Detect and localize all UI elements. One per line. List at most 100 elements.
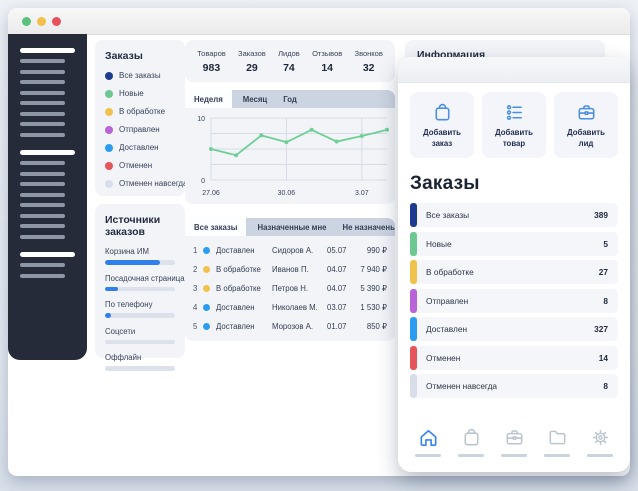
sidebar-section-skeleton[interactable] [20,48,75,53]
bag-icon [460,426,483,449]
progress-bar [105,287,175,292]
sidebar-nav-item-skeleton[interactable] [20,182,65,186]
briefcase-icon [503,426,526,449]
mobile-status-list: Все заказы 389 Новые 5 В обработке 27 От… [398,203,630,398]
legend-item-processing[interactable]: В обработке [105,107,175,116]
table-row[interactable]: 4 Доставлен Николаев М. 03.07 1 530 ₽ [193,298,387,317]
status-row-canceled-forever[interactable]: Отменен навсегда 8 [410,374,618,398]
briefcase-icon [575,101,598,124]
sidebar-nav-item-skeleton[interactable] [20,70,65,74]
tab-year[interactable]: Год [283,95,297,104]
sidebar-nav-item-skeleton[interactable] [20,193,65,197]
status-count: 389 [594,210,608,220]
progress-fill [105,260,160,265]
status-dot [105,180,113,188]
traffic-light-red[interactable] [52,17,61,26]
status-row-processing[interactable]: В обработке 27 [410,260,618,284]
legend-item-all-orders[interactable]: Все заказы [105,71,175,80]
orders-legend-title: Заказы [105,50,175,62]
legend-item-delivered[interactable]: Доставлен [105,143,175,152]
home-icon [417,426,440,449]
status-row-delivered[interactable]: Доставлен 327 [410,317,618,341]
mobile-panel: Добавитьзаказ Добавитьтовар Добавитьлид … [398,57,630,472]
window-titlebar [8,8,630,35]
legend-item-new[interactable]: Новые [105,89,175,98]
nav-files[interactable] [544,426,570,457]
sidebar-nav-item-skeleton[interactable] [20,122,65,126]
status-count: 8 [603,296,608,306]
folder-icon [546,426,569,449]
kpi-stats-card: Товаров 983 Заказов 29 Лидов 74 Отзывов … [185,40,395,82]
tab-assigned-to-me[interactable]: Назначенные мне [257,223,326,232]
status-row-all-orders[interactable]: Все заказы 389 [410,203,618,227]
sidebar-nav-item-skeleton[interactable] [20,224,65,228]
status-row-canceled[interactable]: Отменен 14 [410,346,618,370]
bag-icon [431,101,454,124]
add-order-button[interactable]: Добавитьзаказ [410,92,474,158]
progress-bar [105,366,175,371]
progress-bar [105,260,175,265]
sidebar-nav-item-skeleton[interactable] [20,59,65,63]
status-row-sent[interactable]: Отправлен 8 [410,289,618,313]
order-sources-title: Источники заказов [105,214,175,238]
status-color-bar [410,232,417,256]
legend-item-canceled[interactable]: Отменен [105,161,175,170]
sidebar-nav-item-skeleton[interactable] [20,274,65,278]
mobile-orders-title: Заказы [410,173,618,195]
sidebar-nav-item-skeleton[interactable] [20,101,65,105]
traffic-light-green[interactable] [22,17,31,26]
progress-fill [105,287,118,292]
sidebar-nav-item-skeleton[interactable] [20,235,65,239]
tab-week[interactable]: Неделя [185,90,232,108]
nav-orders[interactable] [458,426,484,457]
sidebar-nav-item-skeleton[interactable] [20,133,65,137]
add-product-button[interactable]: Добавитьтовар [482,92,546,158]
mobile-panel-header [398,57,630,83]
stat-calls: Звонков 32 [355,49,383,74]
sidebar-nav-item-skeleton[interactable] [20,263,65,267]
status-color-bar [410,374,417,398]
status-dot [105,126,113,134]
status-dot [105,144,113,152]
status-count: 8 [603,381,608,391]
table-row[interactable]: 1 Доставлен Сидоров А. 05.07 990 ₽ [193,241,387,260]
add-lead-button[interactable]: Добавитьлид [554,92,618,158]
status-dot [203,323,210,330]
progress-fill [105,313,111,318]
source-phone: По телефону [105,300,175,318]
status-dot [203,247,210,254]
status-color-bar [410,289,417,313]
tab-all-orders[interactable]: Все заказы [185,218,246,236]
status-color-bar [410,203,417,227]
status-row-new[interactable]: Новые 5 [410,232,618,256]
svg-text:30.06: 30.06 [278,190,296,197]
tab-unassigned[interactable]: Не назначены [343,223,396,232]
table-row[interactable]: 3 В обработке Петров Н. 04.07 5 390 ₽ [193,279,387,298]
sidebar-section-skeleton[interactable] [20,150,75,155]
sidebar-nav-item-skeleton[interactable] [20,91,65,95]
traffic-light-yellow[interactable] [37,17,46,26]
table-row[interactable]: 5 Доставлен Морозов А. 01.07 850 ₽ [193,317,387,336]
list-icon [503,101,526,124]
legend-item-sent[interactable]: Отправлен [105,125,175,134]
nav-underline [587,454,613,457]
status-color-bar [410,317,417,341]
source-cart: Корзина ИМ [105,247,175,265]
sidebar-nav-item-skeleton[interactable] [20,80,65,84]
status-dot [203,304,210,311]
nav-home[interactable] [415,426,441,457]
sidebar-nav-item-skeleton[interactable] [20,172,65,176]
legend-item-canceled-forever[interactable]: Отменен навсегда [105,179,175,188]
nav-settings[interactable] [587,426,613,457]
sidebar-nav-item-skeleton[interactable] [20,112,65,116]
sidebar-nav-item-skeleton[interactable] [20,161,65,165]
status-dot [105,72,113,80]
nav-leads[interactable] [501,426,527,457]
sidebar-section-skeleton[interactable] [20,252,75,257]
tab-month[interactable]: Месяц [243,95,267,104]
sidebar-nav-item-skeleton[interactable] [20,203,65,207]
sidebar-nav-item-skeleton[interactable] [20,214,65,218]
orders-table-tabs: Все заказы Назначенные мне Не назначены [185,218,395,236]
table-row[interactable]: 2 В обработке Иванов П. 04.07 7 940 ₽ [193,260,387,279]
status-count: 5 [603,239,608,249]
